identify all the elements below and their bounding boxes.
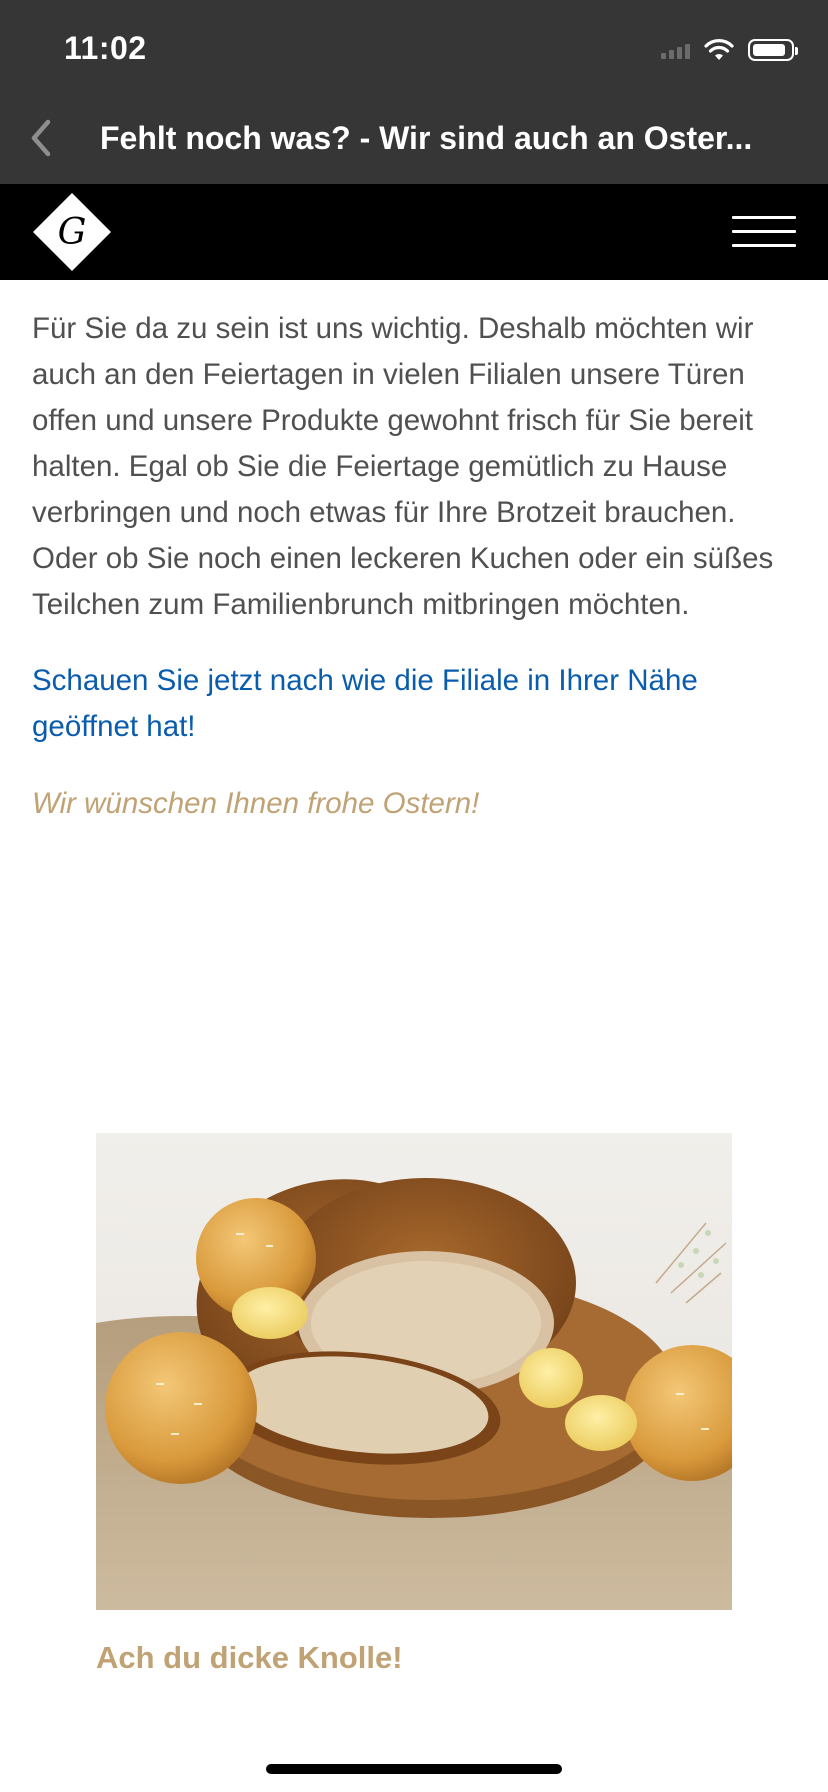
status-time: 11:02 <box>64 30 147 66</box>
menu-button[interactable] <box>732 210 798 254</box>
status-bar: 11:02 <box>0 0 828 94</box>
store-hours-link[interactable]: Schauen Sie jetzt nach wie die Filiale i… <box>32 658 796 750</box>
home-indicator[interactable] <box>266 1764 562 1774</box>
status-icons <box>661 36 798 64</box>
easter-wish: Wir wünschen Ihnen frohe Ostern! <box>32 787 480 820</box>
signal-icon <box>661 41 690 59</box>
bread-image <box>96 1133 732 1610</box>
site-header: G <box>0 184 828 280</box>
battery-icon <box>748 39 798 61</box>
logo[interactable]: G <box>32 192 112 272</box>
navigation-bar: Fehlt noch was? - Wir sind auch an Oster… <box>0 94 828 184</box>
image-caption: Ach du dicke Knolle! <box>96 1640 403 1675</box>
back-chevron-icon <box>31 119 51 157</box>
logo-letter: G <box>58 212 87 253</box>
back-button[interactable] <box>14 110 70 166</box>
wifi-icon <box>704 39 734 60</box>
nav-title: Fehlt noch was? - Wir sind auch an Oster… <box>100 120 753 156</box>
article-content: Für Sie da zu sein ist uns wichtig. Desh… <box>32 306 796 827</box>
intro-paragraph: Für Sie da zu sein ist uns wichtig. Desh… <box>32 312 774 621</box>
